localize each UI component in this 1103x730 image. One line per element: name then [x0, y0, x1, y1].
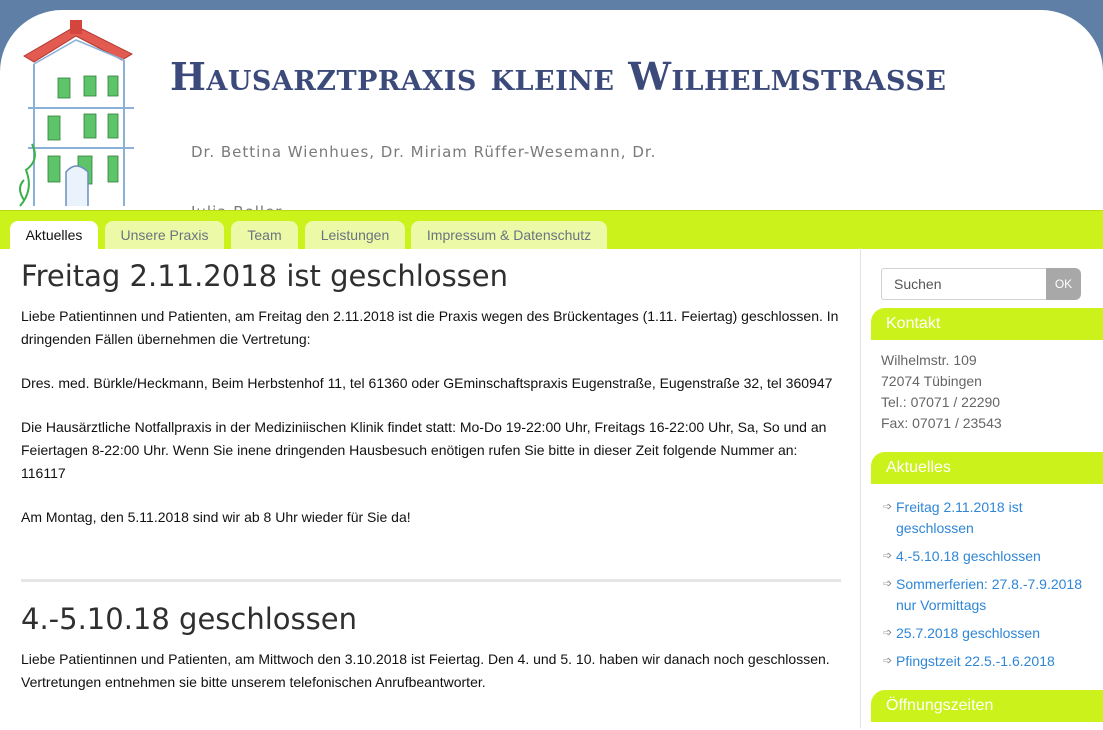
search-button[interactable]: OK: [1046, 268, 1081, 300]
post-paragraph: Liebe Patientinnen und Patienten, am Fre…: [21, 308, 839, 347]
post-paragraph: Dres. med. Bürkle/Heckmann, Beim Herbste…: [21, 375, 833, 391]
widget-title-oeffnungszeiten: Öffnungszeiten: [871, 690, 1103, 722]
contact-city: 72074 Tübingen: [881, 373, 982, 389]
contact-fax: Fax: 07071 / 23543: [881, 415, 1002, 431]
widget-title-aktuelles: Aktuelles: [871, 452, 1103, 484]
arrow-right-icon: ➩: [883, 655, 893, 667]
news-link[interactable]: Sommerferien: 27.8.-7.9.2018 nur Vormitt…: [896, 574, 1083, 616]
contact-phone: Tel.: 07071 / 22290: [881, 394, 1001, 410]
news-link[interactable]: 4.-5.10.18 geschlossen: [896, 546, 1083, 567]
news-link[interactable]: Pfingstzeit 22.5.-1.6.2018: [896, 651, 1083, 672]
site-title[interactable]: Hausarztpraxis kleine Wilhelmstrasse: [170, 54, 946, 99]
post-paragraph: Am Montag, den 5.11.2018 sind wir ab 8 U…: [21, 509, 411, 525]
news-item[interactable]: ➩ Freitag 2.11.2018 ist geschlossen: [883, 497, 1083, 539]
tab-leistungen[interactable]: Leistungen: [305, 221, 405, 249]
news-item[interactable]: ➩ Pfingstzeit 22.5.-1.6.2018: [883, 651, 1083, 672]
page: Hausarztpraxis kleine Wilhelmstrasse Dr.…: [0, 10, 1103, 730]
site-header: Hausarztpraxis kleine Wilhelmstrasse Dr.…: [0, 10, 1103, 221]
arrow-right-icon: ➩: [883, 627, 893, 639]
tab-unsere-praxis[interactable]: Unsere Praxis: [105, 221, 224, 249]
arrow-right-icon: ➩: [883, 578, 893, 590]
arrow-right-icon: ➩: [883, 550, 893, 562]
post-separator: [21, 579, 841, 582]
sidebar: OK Kontakt Wilhelmstr. 109 72074 Tübinge…: [860, 248, 1103, 728]
post-paragraph: Liebe Patientinnen und Patienten, am Mit…: [21, 651, 830, 690]
main-content: Freitag 2.11.2018 ist geschlossen Liebe …: [0, 248, 860, 728]
main-navigation: Aktuelles Unsere Praxis Team Leistungen …: [0, 210, 1103, 249]
news-link[interactable]: Freitag 2.11.2018 ist geschlossen: [896, 497, 1083, 539]
house-logo[interactable]: [14, 20, 156, 210]
post-title[interactable]: 4.-5.10.18 geschlossen: [21, 602, 357, 636]
news-item[interactable]: ➩ 4.-5.10.18 geschlossen: [883, 546, 1083, 567]
news-link[interactable]: 25.7.2018 geschlossen: [896, 623, 1083, 644]
news-item[interactable]: ➩ 25.7.2018 geschlossen: [883, 623, 1083, 644]
contact-street: Wilhelmstr. 109: [881, 352, 977, 368]
arrow-right-icon: ➩: [883, 501, 893, 513]
widget-title-kontakt: Kontakt: [871, 308, 1103, 340]
tab-aktuelles[interactable]: Aktuelles: [10, 221, 98, 249]
tab-impressum-datenschutz[interactable]: Impressum & Datenschutz: [411, 221, 607, 249]
post-title[interactable]: Freitag 2.11.2018 ist geschlossen: [21, 259, 508, 293]
tab-team[interactable]: Team: [231, 221, 298, 249]
post-paragraph: Die Hausärztliche Notfallpraxis in der M…: [21, 419, 827, 481]
search-input[interactable]: [881, 268, 1054, 300]
news-item[interactable]: ➩ Sommerferien: 27.8.-7.9.2018 nur Vormi…: [883, 574, 1083, 616]
